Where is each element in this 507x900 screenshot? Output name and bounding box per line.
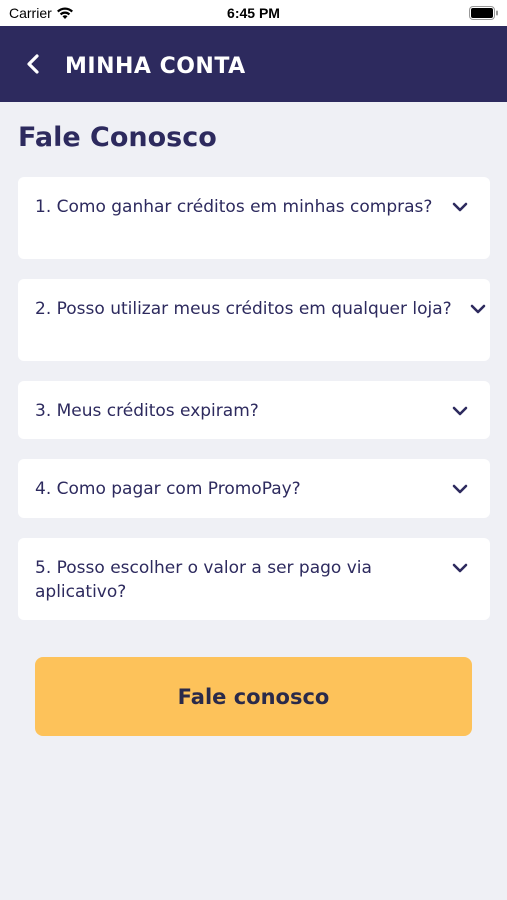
chevron-down-icon xyxy=(452,484,468,494)
page-title: Fale Conosco xyxy=(18,122,217,153)
back-button[interactable] xyxy=(20,50,46,78)
status-time: 6:45 PM xyxy=(227,5,280,21)
faq-item-2[interactable]: 2. Posso utilizar meus créditos em qualq… xyxy=(18,279,490,361)
chevron-down-icon xyxy=(470,304,486,314)
nav-bar: MINHA CONTA xyxy=(0,26,507,102)
battery-icon xyxy=(469,6,498,20)
faq-item-1[interactable]: 1. Como ganhar créditos em minhas compra… xyxy=(18,177,490,259)
faq-question: 3. Meus créditos expiram? xyxy=(35,401,259,421)
chevron-down-icon xyxy=(452,202,468,212)
status-bar: Carrier 6:45 PM xyxy=(0,0,507,26)
faq-item-3[interactable]: 3. Meus créditos expiram? xyxy=(18,381,490,439)
faq-item-5[interactable]: 5. Posso escolher o valor a ser pago via… xyxy=(18,538,490,620)
faq-question: 4. Como pagar com PromoPay? xyxy=(35,479,301,499)
chevron-down-icon xyxy=(452,406,468,416)
contact-us-button[interactable]: Fale conosco xyxy=(35,657,472,736)
faq-question: 2. Posso utilizar meus créditos em qualq… xyxy=(35,299,452,319)
faq-item-4[interactable]: 4. Como pagar com PromoPay? xyxy=(18,459,490,518)
nav-title: MINHA CONTA xyxy=(65,54,246,79)
back-chevron-icon xyxy=(27,54,39,74)
faq-question: 5. Posso escolher o valor a ser pago via… xyxy=(35,558,372,602)
faq-question: 1. Como ganhar créditos em minhas compra… xyxy=(35,197,433,217)
chevron-down-icon xyxy=(452,563,468,573)
